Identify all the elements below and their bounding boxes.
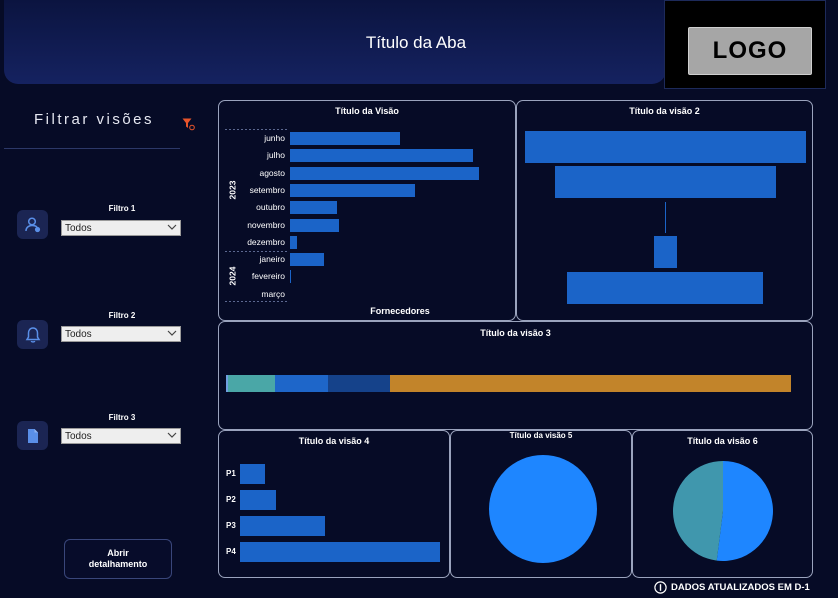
funnel-bar[interactable]: [665, 202, 666, 233]
bar[interactable]: [240, 464, 265, 484]
info-icon: [654, 581, 667, 594]
filter-2-value: Todos: [65, 329, 92, 340]
chart-1-xlabel: Fornecedores: [370, 306, 430, 316]
document-icon: [17, 421, 48, 450]
stacked-segment[interactable]: [275, 375, 329, 392]
month-label: setembro: [249, 184, 285, 195]
chart-6-title: Título da visão 6: [687, 436, 758, 446]
stacked-bar: [226, 375, 791, 392]
pie-chart: [489, 455, 597, 563]
chart-panel-5: Título da visão 5: [450, 430, 632, 578]
bar[interactable]: [240, 490, 276, 510]
bar-area: P1 P2 P3 P4: [219, 431, 449, 577]
filter-3-label: Filtro 3: [108, 413, 136, 422]
chart-3-title: Título da visão 3: [480, 328, 551, 338]
funnel-bar[interactable]: [654, 236, 677, 268]
pie-slice[interactable]: [489, 455, 597, 563]
bar[interactable]: [290, 132, 400, 145]
filter-3-value: Todos: [65, 431, 92, 442]
divider: [4, 148, 180, 149]
chart-5-title: Título da visão 5: [509, 431, 573, 440]
category-label: P1: [226, 469, 236, 478]
bar[interactable]: [290, 218, 339, 232]
funnel-bar[interactable]: [525, 131, 806, 163]
bar[interactable]: [290, 201, 337, 215]
chart-panel-4: Título da visão 4 P1 P2 P3 P4: [218, 430, 450, 578]
bar[interactable]: [240, 542, 440, 562]
chevron-down-icon: [167, 224, 177, 230]
logo: LOGO: [688, 27, 812, 75]
bar[interactable]: [290, 149, 473, 163]
month-axis: junho julho agosto setembro outubro novembro d…: [219, 101, 285, 321]
clear-filter-icon[interactable]: [182, 118, 195, 136]
bar[interactable]: [240, 516, 325, 536]
bar[interactable]: [290, 166, 479, 180]
filter-1-label: Filtro 1: [108, 204, 136, 213]
month-label: março: [261, 288, 285, 299]
user-settings-icon: [17, 210, 48, 239]
month-label: fevereiro: [251, 271, 285, 282]
filter-panel-title: Filtrar visões: [34, 111, 155, 128]
update-status: DADOS ATUALIZADOS EM D-1: [654, 581, 810, 594]
month-label: dezembro: [247, 236, 285, 247]
filter-2-select[interactable]: Todos: [61, 326, 181, 342]
bar[interactable]: [290, 235, 297, 249]
pie-slice[interactable]: [672, 461, 723, 561]
chevron-down-icon: [167, 432, 177, 438]
month-label: agosto: [259, 167, 285, 178]
filter-1-select[interactable]: Todos: [61, 220, 181, 236]
stacked-segment[interactable]: [227, 375, 276, 392]
bar-area: [290, 101, 510, 321]
chart-panel-2: Título da visão 2: [516, 100, 813, 321]
filter-2-label: Filtro 2: [108, 311, 136, 320]
category-label: P2: [226, 495, 236, 504]
bar[interactable]: [290, 183, 415, 197]
chevron-down-icon: [167, 330, 177, 336]
chart-2-title: Título da visão 2: [629, 106, 700, 116]
month-label: novembro: [247, 219, 285, 230]
category-label: P4: [226, 547, 236, 556]
stacked-segment[interactable]: [390, 375, 791, 392]
month-label: julho: [267, 150, 285, 161]
category-label: P3: [226, 521, 236, 530]
open-details-button[interactable]: Abrir detalhamento: [64, 539, 172, 579]
pie-chart: [672, 461, 773, 561]
filter-3-select[interactable]: Todos: [61, 428, 181, 444]
filter-1-value: Todos: [65, 223, 92, 234]
month-label: junho: [264, 133, 285, 143]
pie-slice[interactable]: [716, 461, 773, 561]
chart-panel-1: Título da Visão 2023 2024 junho julho agos…: [218, 100, 516, 321]
funnel-bar[interactable]: [567, 272, 763, 304]
funnel-area: [525, 129, 808, 309]
logo-area: LOGO: [664, 0, 826, 89]
bell-icon: [17, 320, 48, 349]
bar[interactable]: [290, 253, 324, 267]
bar[interactable]: [290, 270, 291, 284]
funnel-bar[interactable]: [555, 166, 776, 198]
update-status-text: DADOS ATUALIZADOS EM D-1: [671, 582, 810, 593]
stacked-segment[interactable]: [328, 375, 391, 392]
month-label: janeiro: [259, 254, 285, 265]
chart-panel-3: Título da visão 3: [218, 321, 813, 430]
month-label: outubro: [256, 202, 285, 213]
chart-panel-6: Título da visão 6: [632, 430, 813, 578]
